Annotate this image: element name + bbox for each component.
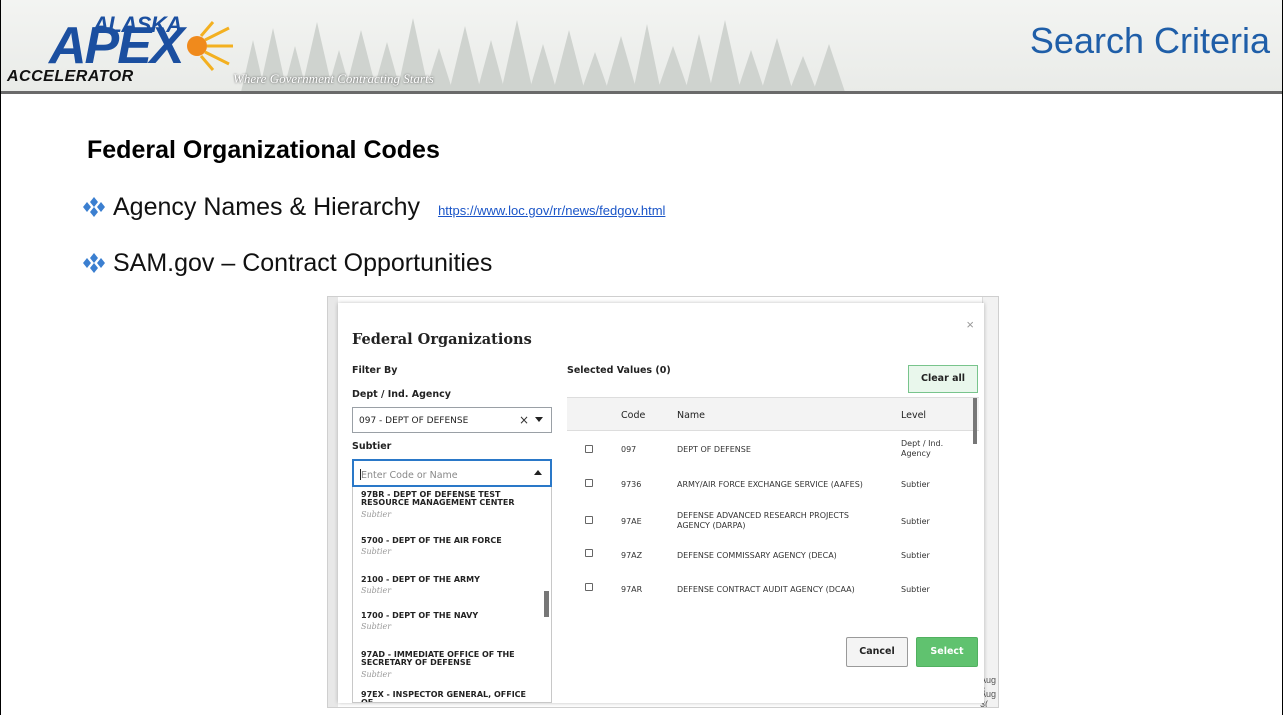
row-checkbox[interactable] bbox=[585, 445, 593, 453]
bullet-agency-names: Agency Names & Hierarchy https://www.loc… bbox=[81, 193, 665, 222]
option-type: Subtier bbox=[361, 509, 392, 519]
tagline: Where Government Contracting Starts bbox=[233, 71, 434, 86]
option-name: 5700 - DEPT OF THE AIR FORCE bbox=[361, 536, 502, 545]
table-row: 97AZ DEFENSE COMMISSARY AGENCY (DECA) Su… bbox=[567, 539, 979, 574]
sunburst-icon bbox=[187, 21, 233, 71]
chevron-down-icon[interactable] bbox=[535, 417, 543, 422]
option-name: 97EX - INSPECTOR GENERAL, OFFICE OF bbox=[361, 690, 526, 703]
table-row: 97AE DEFENSE ADVANCED RESEARCH PROJECTS … bbox=[567, 503, 979, 538]
row-code: 97AZ bbox=[621, 551, 643, 560]
logo-apex-text: APEX bbox=[49, 17, 185, 75]
dropdown-option[interactable]: 97AD - IMMEDIATE OFFICE OF THE SECRETARY… bbox=[361, 650, 541, 679]
option-type: Subtier bbox=[361, 586, 392, 596]
slide-title: Search Criteria bbox=[1029, 20, 1270, 61]
row-name: DEFENSE ADVANCED RESEARCH PROJECTS AGENC… bbox=[677, 511, 849, 531]
select-button[interactable]: Select bbox=[916, 637, 978, 667]
option-name: 1700 - DEPT OF THE NAVY bbox=[361, 611, 479, 620]
close-icon[interactable]: × bbox=[966, 317, 974, 332]
selected-values-label: Selected Values (0) bbox=[567, 365, 671, 376]
row-name: DEPT OF DEFENSE bbox=[677, 445, 751, 454]
row-level: Subtier bbox=[901, 585, 930, 594]
option-type: Subtier bbox=[361, 669, 392, 679]
sam-screenshot: Aug 3 Aug 3( × Federal Organizations Fil… bbox=[327, 296, 999, 708]
dropdown-option[interactable]: 2100 - DEPT OF THE ARMY Subtier bbox=[361, 575, 541, 596]
row-level: Dept / Ind. Agency bbox=[901, 439, 944, 459]
diamond-bullet-icon bbox=[83, 253, 105, 273]
bullet-sam-gov: SAM.gov – Contract Opportunities bbox=[81, 249, 492, 278]
row-level: Subtier bbox=[901, 480, 930, 489]
organizations-table: Code Name Level 097 DEPT OF DEFENSE Dept… bbox=[567, 397, 979, 609]
clear-selection-icon[interactable]: × bbox=[519, 413, 529, 427]
row-checkbox[interactable] bbox=[585, 516, 593, 524]
option-name: 97BR - DEPT OF DEFENSE TEST RESOURCE MAN… bbox=[361, 490, 515, 508]
diamond-bullet-icon bbox=[83, 197, 105, 217]
logo-accelerator-text: ACCELERATOR bbox=[7, 68, 134, 85]
row-checkbox[interactable] bbox=[585, 583, 593, 591]
dropdown-option[interactable]: 97EX - INSPECTOR GENERAL, OFFICE OF bbox=[361, 690, 541, 703]
subtier-input[interactable]: Enter Code or Name bbox=[352, 459, 552, 487]
row-code: 097 bbox=[621, 445, 637, 454]
dropdown-option[interactable]: 97BR - DEPT OF DEFENSE TEST RESOURCE MAN… bbox=[361, 490, 541, 519]
table-row: 097 DEPT OF DEFENSE Dept / Ind. Agency bbox=[567, 431, 979, 466]
slide: ALASKA APEX ACCELERATOR Where Government… bbox=[0, 0, 1283, 715]
clear-all-button[interactable]: Clear all bbox=[908, 365, 978, 393]
row-name: DEFENSE COMMISSARY AGENCY (DECA) bbox=[677, 551, 837, 560]
background-page-right: Aug 3 Aug 3( bbox=[980, 297, 998, 707]
section-title: Federal Organizational Codes bbox=[87, 136, 440, 164]
dept-agency-value: 097 - DEPT OF DEFENSE bbox=[359, 416, 469, 426]
apex-logo: ALASKA APEX ACCELERATOR bbox=[7, 8, 237, 88]
background-page-left bbox=[328, 297, 338, 707]
dropdown-option[interactable]: 5700 - DEPT OF THE AIR FORCE Subtier bbox=[361, 536, 541, 557]
dropdown-scrollbar[interactable] bbox=[544, 591, 549, 617]
federal-organizations-modal: × Federal Organizations Filter By Dept /… bbox=[338, 303, 984, 703]
table-header: Code Name Level bbox=[567, 397, 979, 444]
cancel-button[interactable]: Cancel bbox=[846, 637, 908, 667]
column-level: Level bbox=[901, 410, 927, 421]
bullet-text: SAM.gov – Contract Opportunities bbox=[113, 249, 493, 277]
row-level: Subtier bbox=[901, 517, 930, 526]
row-name: DEFENSE CONTRACT AUDIT AGENCY (DCAA) bbox=[677, 585, 855, 594]
option-name: 2100 - DEPT OF THE ARMY bbox=[361, 575, 480, 584]
option-type: Subtier bbox=[361, 547, 392, 557]
column-name: Name bbox=[677, 410, 706, 421]
chevron-up-icon[interactable] bbox=[534, 470, 542, 475]
dept-agency-label: Dept / Ind. Agency bbox=[352, 389, 451, 400]
row-name: ARMY/AIR FORCE EXCHANGE SERVICE (AAFES) bbox=[677, 480, 863, 489]
subtier-label: Subtier bbox=[352, 441, 392, 452]
filter-by-label: Filter By bbox=[352, 365, 398, 376]
subtier-dropdown-list: 97BR - DEPT OF DEFENSE TEST RESOURCE MAN… bbox=[352, 487, 552, 703]
modal-title: Federal Organizations bbox=[352, 331, 532, 348]
option-name: 97AD - IMMEDIATE OFFICE OF THE SECRETARY… bbox=[361, 650, 515, 668]
row-code: 9736 bbox=[621, 480, 642, 489]
column-code: Code bbox=[621, 410, 646, 421]
option-type: Subtier bbox=[361, 622, 392, 632]
row-code: 97AR bbox=[621, 585, 643, 594]
header-divider bbox=[1, 91, 1282, 94]
row-level: Subtier bbox=[901, 551, 930, 560]
row-checkbox[interactable] bbox=[585, 549, 593, 557]
slide-header: ALASKA APEX ACCELERATOR Where Government… bbox=[1, 0, 1282, 92]
row-code: 97AE bbox=[621, 517, 642, 526]
dept-agency-select[interactable]: 097 - DEPT OF DEFENSE × bbox=[352, 407, 552, 433]
fedgov-link[interactable]: https://www.loc.gov/rr/news/fedgov.html bbox=[438, 203, 665, 218]
row-checkbox[interactable] bbox=[585, 479, 593, 487]
subtier-placeholder: Enter Code or Name bbox=[361, 470, 458, 481]
table-row: 9736 ARMY/AIR FORCE EXCHANGE SERVICE (AA… bbox=[567, 467, 979, 502]
dropdown-option[interactable]: 1700 - DEPT OF THE NAVY Subtier bbox=[361, 611, 541, 632]
table-row: 97AR DEFENSE CONTRACT AUDIT AGENCY (DCAA… bbox=[567, 573, 979, 608]
bullet-text: Agency Names & Hierarchy bbox=[113, 193, 421, 221]
